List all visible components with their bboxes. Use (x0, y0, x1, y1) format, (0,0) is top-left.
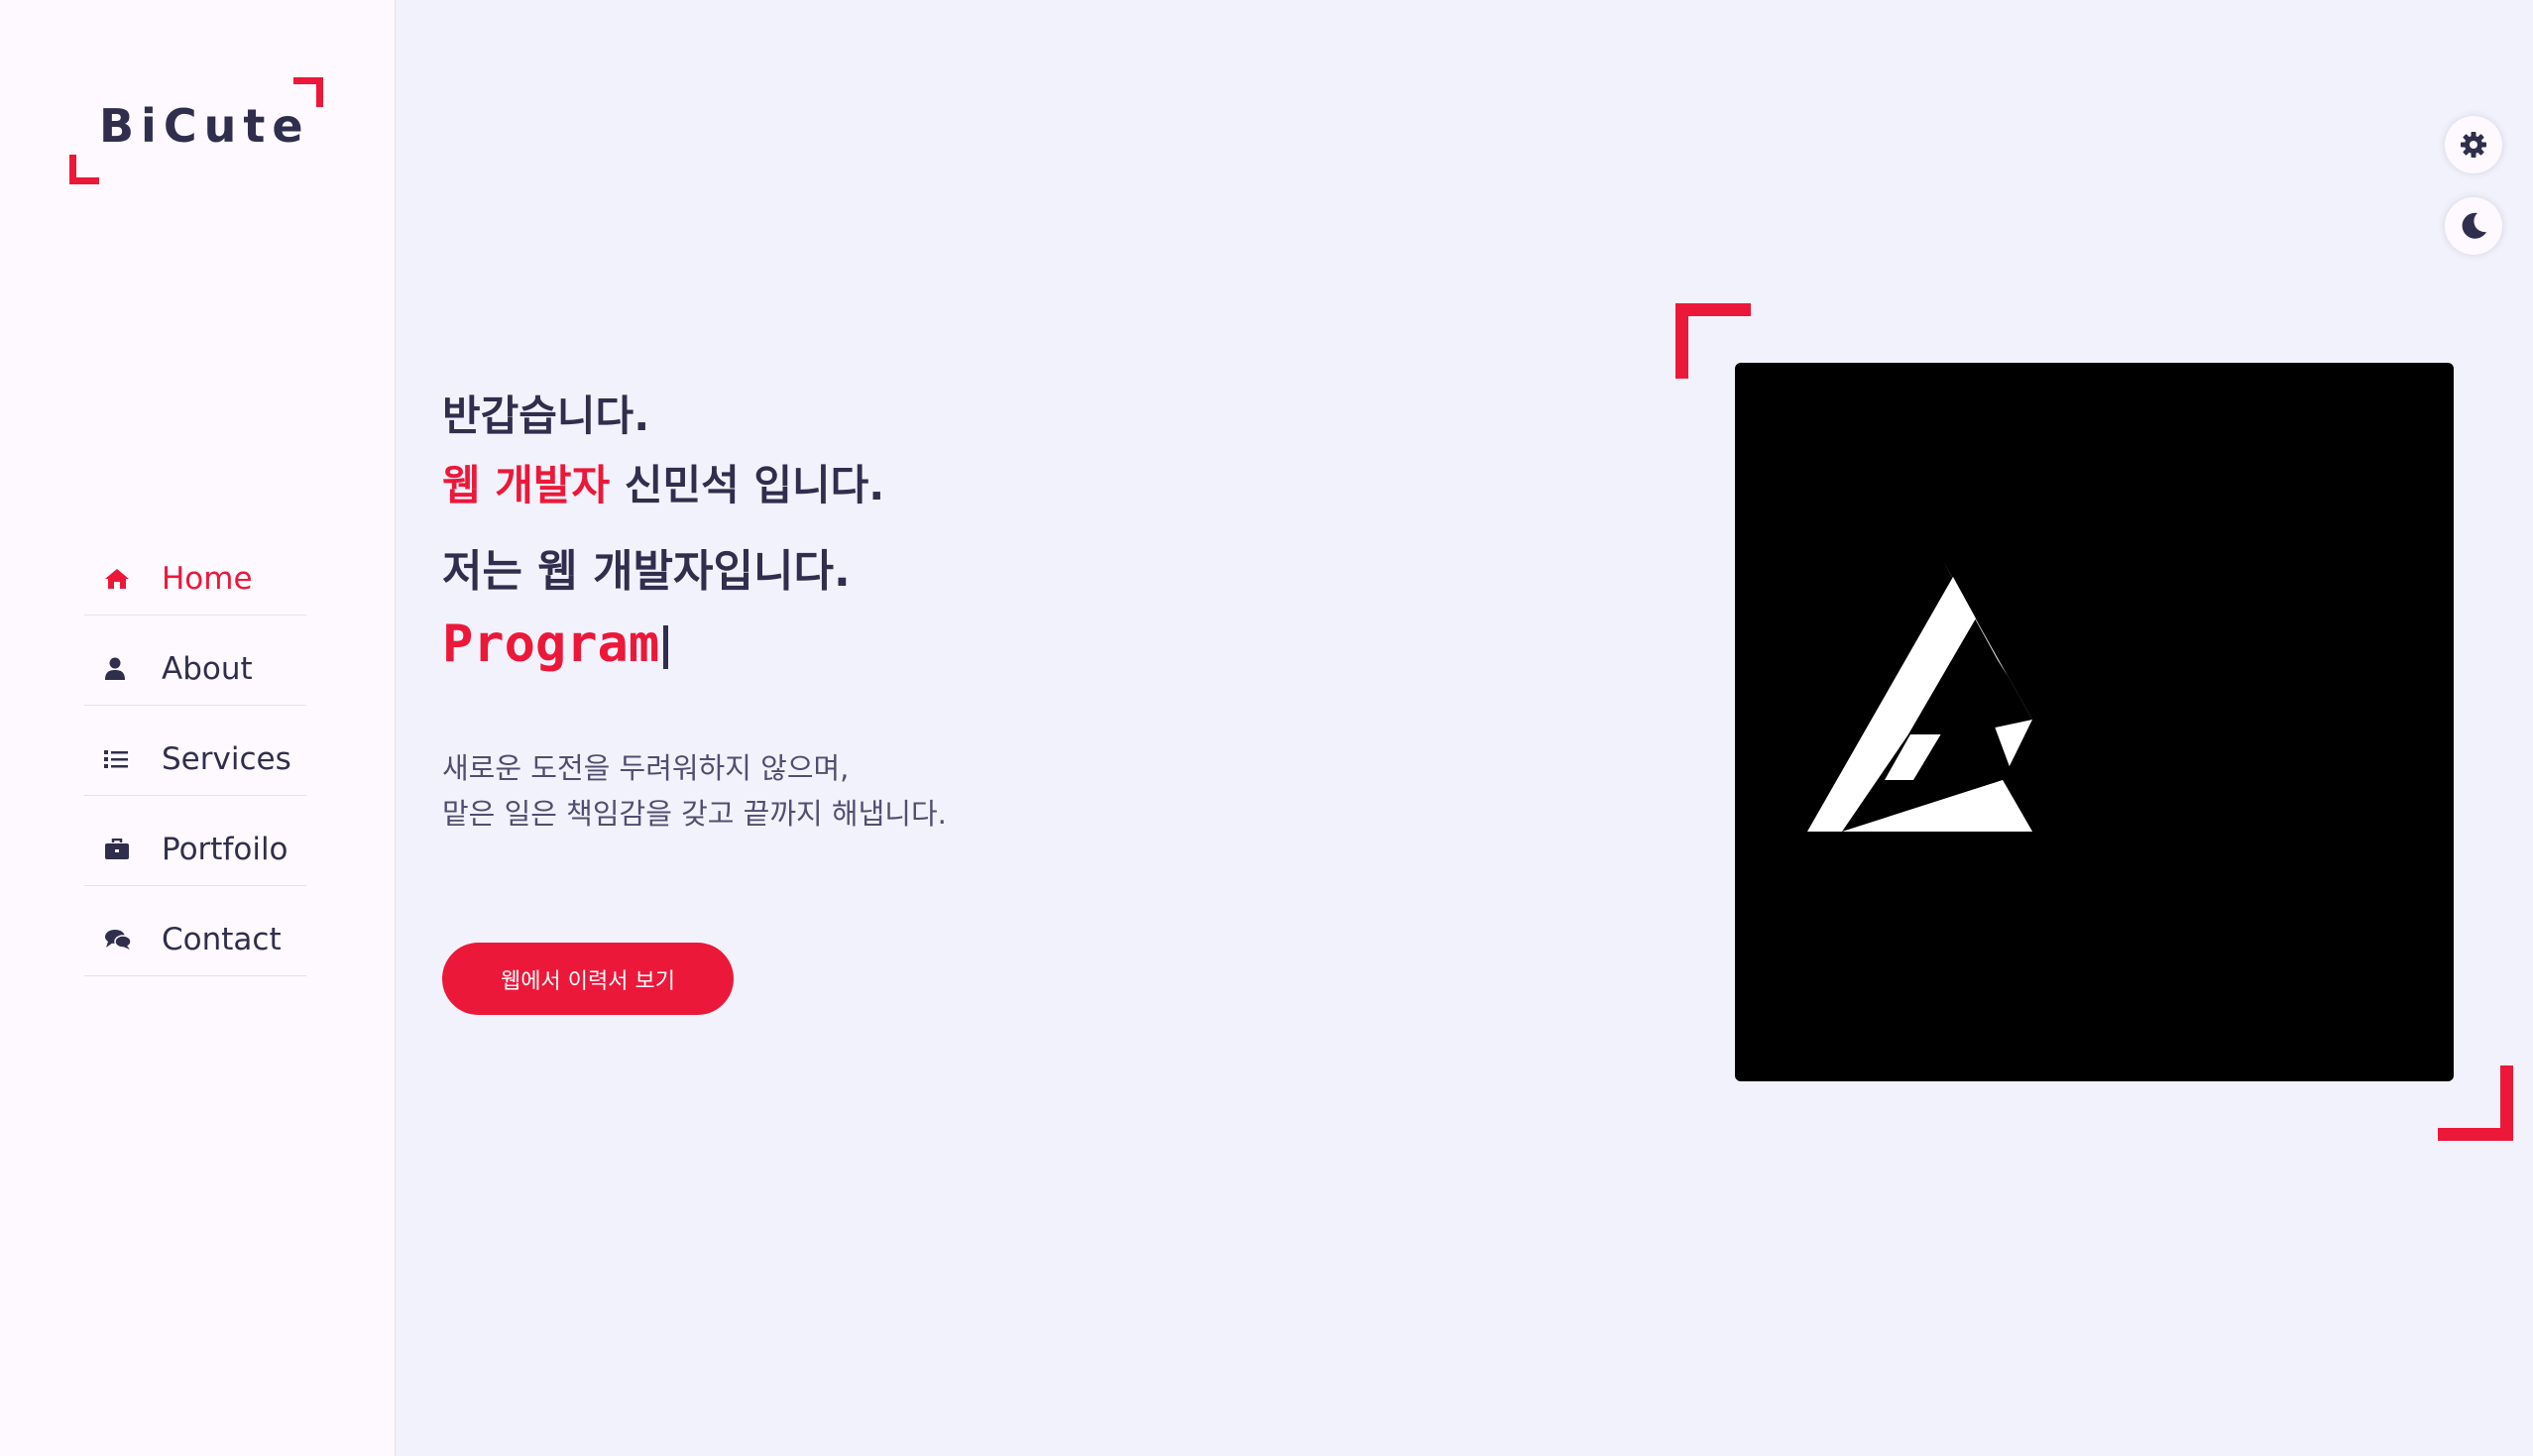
nav-item-contact[interactable]: Contact (84, 886, 306, 976)
home-icon (84, 568, 162, 590)
nav-menu: Home About Services Portfoilo Contact (84, 525, 306, 976)
nav-item-portfolio[interactable]: Portfoilo (84, 796, 306, 886)
nav-label-portfolio: Portfoilo (162, 832, 288, 867)
typing-cursor (663, 625, 669, 669)
name-line: 웹 개발자 신민석 입니다. (442, 451, 884, 520)
logo[interactable]: BiCute (69, 77, 323, 184)
role-accent: 웹 개발자 (442, 461, 611, 509)
greeting-heading: 반갑습니다. 웹 개발자 신민석 입니다. (442, 382, 884, 520)
view-resume-button[interactable]: 웹에서 이력서 보기 (442, 943, 734, 1015)
greeting-line: 반갑습니다. (442, 392, 650, 440)
nav-label-home: Home (162, 561, 253, 597)
name-text: 신민석 입니다. (610, 461, 885, 509)
gear-icon (2461, 132, 2486, 158)
nav-label-services: Services (162, 741, 291, 777)
comments-icon (84, 929, 162, 951)
logo-corner-bottom-left (69, 155, 99, 184)
description: 새로운 도전을 두려워하지 않으며, 맡은 일은 책임감을 갖고 끝까지 해냅니… (442, 745, 947, 837)
nav-item-about[interactable]: About (84, 616, 306, 706)
sidebar: BiCute Home About Services Portfoilo Con… (0, 0, 396, 1456)
theme-toggle-button[interactable] (2445, 197, 2502, 255)
moon-icon (2462, 212, 2486, 239)
style-settings-button[interactable] (2445, 116, 2502, 173)
profile-image-frame (1675, 303, 2513, 1141)
user-icon (84, 657, 162, 681)
description-line-1: 새로운 도전을 두려워하지 않으며, (442, 751, 850, 785)
frame-corner-bottom-right (2438, 1065, 2513, 1141)
typing-text: Program (442, 615, 669, 674)
ab-logo-mark (1807, 561, 2032, 832)
nav-item-home[interactable]: Home (84, 525, 306, 616)
list-icon (84, 749, 162, 769)
briefcase-icon (84, 839, 162, 860)
nav-label-about: About (162, 651, 253, 687)
description-line-2: 맡은 일은 책임감을 갖고 끝까지 해냅니다. (442, 797, 947, 831)
home-section: 반갑습니다. 웹 개발자 신민석 입니다. 저는 웹 개발자입니다. Progr… (397, 0, 2533, 1456)
nav-item-services[interactable]: Services (84, 706, 306, 796)
nav-label-contact: Contact (162, 922, 282, 957)
typed-word: Program (442, 615, 660, 674)
intro-heading: 저는 웹 개발자입니다. (442, 546, 851, 597)
profile-logo-image (1735, 363, 2454, 1081)
logo-text[interactable]: BiCute (99, 99, 310, 153)
